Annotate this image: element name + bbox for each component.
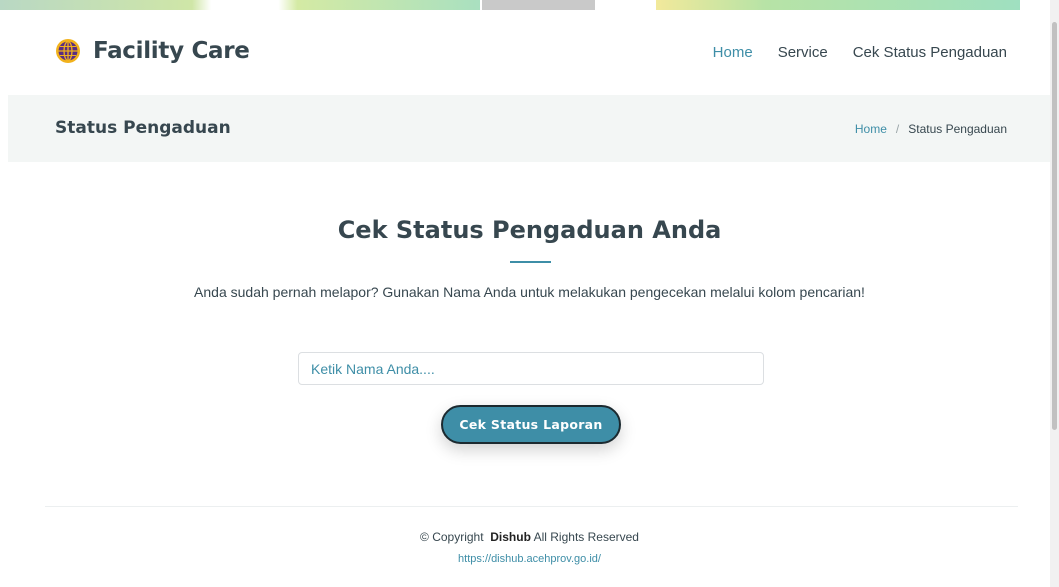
page-title-bar: Status Pengaduan Home / Status Pengaduan — [8, 95, 1050, 162]
decorative-top-strip — [0, 0, 1050, 10]
nav-service[interactable]: Service — [778, 44, 828, 61]
check-status-button[interactable]: Cek Status Laporan — [441, 405, 621, 444]
section-description: Anda sudah pernah melapor? Gunakan Nama … — [194, 284, 865, 300]
name-search-input[interactable] — [298, 352, 764, 385]
nav-cek-status-pengaduan[interactable]: Cek Status Pengaduan — [853, 44, 1007, 61]
breadcrumb: Home / Status Pengaduan — [855, 122, 1007, 136]
breadcrumb-home[interactable]: Home — [855, 122, 887, 136]
strip-segment-left — [0, 0, 480, 10]
main-nav: Home Service Cek Status Pengaduan — [688, 44, 1007, 61]
copyright-org: Dishub — [490, 530, 531, 544]
brand-logo[interactable]: Facility Care — [55, 38, 250, 64]
site-header: Facility Care Home Service Cek Status Pe… — [0, 10, 1050, 95]
heading-underline — [510, 261, 551, 263]
footer-website-link[interactable]: https://dishub.acehprov.go.id/ — [458, 553, 601, 565]
footer-website-link-wrap: https://dishub.acehprov.go.id/ — [0, 553, 1059, 565]
breadcrumb-current: Status Pengaduan — [908, 122, 1007, 136]
strip-segment-right — [656, 0, 1020, 10]
copyright-prefix: © Copyright — [420, 530, 484, 544]
copyright-text: © Copyright Dishub All Rights Reserved — [0, 530, 1059, 544]
footer-divider — [45, 506, 1018, 507]
page-title: Status Pengaduan — [55, 118, 231, 138]
breadcrumb-separator: / — [895, 122, 900, 136]
copyright-rights: All Rights Reserved — [533, 530, 639, 544]
brand-name: Facility Care — [93, 38, 250, 64]
globe-emblem-icon — [56, 39, 80, 63]
section-heading: Cek Status Pengaduan Anda — [337, 216, 722, 244]
nav-home[interactable]: Home — [713, 44, 753, 61]
strip-segment-middle — [482, 0, 595, 10]
